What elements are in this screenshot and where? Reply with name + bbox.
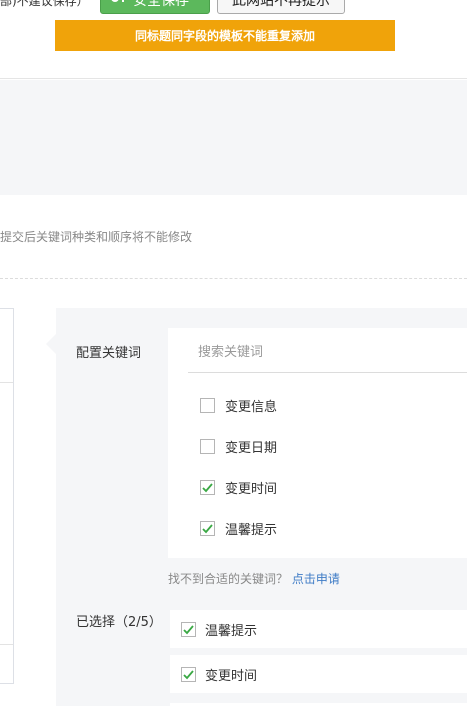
keyword-option[interactable]: 变更日期: [200, 436, 277, 456]
apply-keyword-link[interactable]: 点击申请: [292, 572, 340, 586]
keyword-config-panel: 配置关键词 搜索关键词 变更信息 变更日期 变更时间 温馨提示 找不到合适的关键…: [46, 308, 467, 706]
save-prompt-note: 部)不建议保存）: [0, 0, 89, 8]
checkbox-checked-icon[interactable]: [181, 621, 196, 637]
keyword-option[interactable]: 变更信息: [200, 395, 277, 415]
keyword-option-label: 变更时间: [225, 481, 278, 497]
panel-pointer-arrow: [46, 334, 56, 354]
checkbox-unchecked-icon[interactable]: [200, 397, 215, 413]
preview-divider: [0, 644, 13, 645]
keyword-option-label: 变更信息: [225, 399, 278, 415]
keyword-order-hint: 提交后关键词种类和顺序将不能修改: [0, 230, 193, 244]
checkbox-checked-icon[interactable]: [200, 479, 215, 495]
keyword-picker: 搜索关键词 变更信息 变更日期 变更时间 温馨提示: [168, 328, 467, 558]
selected-keyword-item[interactable]: 变更时间: [170, 655, 467, 693]
page-header-area: [0, 80, 467, 195]
tip-text: 找不到合适的关键词？: [168, 572, 289, 586]
keyword-request-tip: 找不到合适的关键词？ 点击申请: [168, 570, 340, 587]
selected-keyword-label: 变更时间: [205, 668, 258, 684]
search-placeholder: 搜索关键词: [198, 344, 264, 360]
browser-save-prompt-bar: 部)不建议保存） 安全保存 此网站不再提示 同标题同字段的模板不能重复添加: [0, 0, 467, 79]
never-prompt-button[interactable]: 此网站不再提示: [217, 0, 345, 14]
checkbox-checked-icon[interactable]: [181, 666, 196, 682]
safe-save-label: 安全保存: [133, 0, 189, 9]
selected-count-label: 已选择（2/5）: [76, 615, 162, 630]
keyword-search-input[interactable]: 搜索关键词: [188, 328, 467, 373]
preview-panel: [0, 308, 14, 684]
keyword-option-label: 温馨提示: [225, 522, 278, 538]
safe-save-button[interactable]: 安全保存: [100, 0, 210, 14]
checkbox-checked-icon[interactable]: [200, 520, 215, 536]
config-keywords-label: 配置关键词: [76, 346, 142, 361]
selected-keyword-label: 温馨提示: [205, 623, 258, 639]
checkbox-unchecked-icon[interactable]: [200, 438, 215, 454]
keyword-option-label: 变更日期: [225, 440, 278, 456]
selected-keyword-item[interactable]: 温馨提示: [170, 610, 467, 648]
key-icon: [111, 0, 127, 9]
duplicate-template-warning: 同标题同字段的模板不能重复添加: [55, 20, 395, 51]
keyword-option[interactable]: 变更时间: [200, 477, 277, 497]
keyword-option[interactable]: 温馨提示: [200, 518, 277, 538]
dashed-divider: [0, 278, 467, 279]
preview-divider: [0, 382, 13, 383]
